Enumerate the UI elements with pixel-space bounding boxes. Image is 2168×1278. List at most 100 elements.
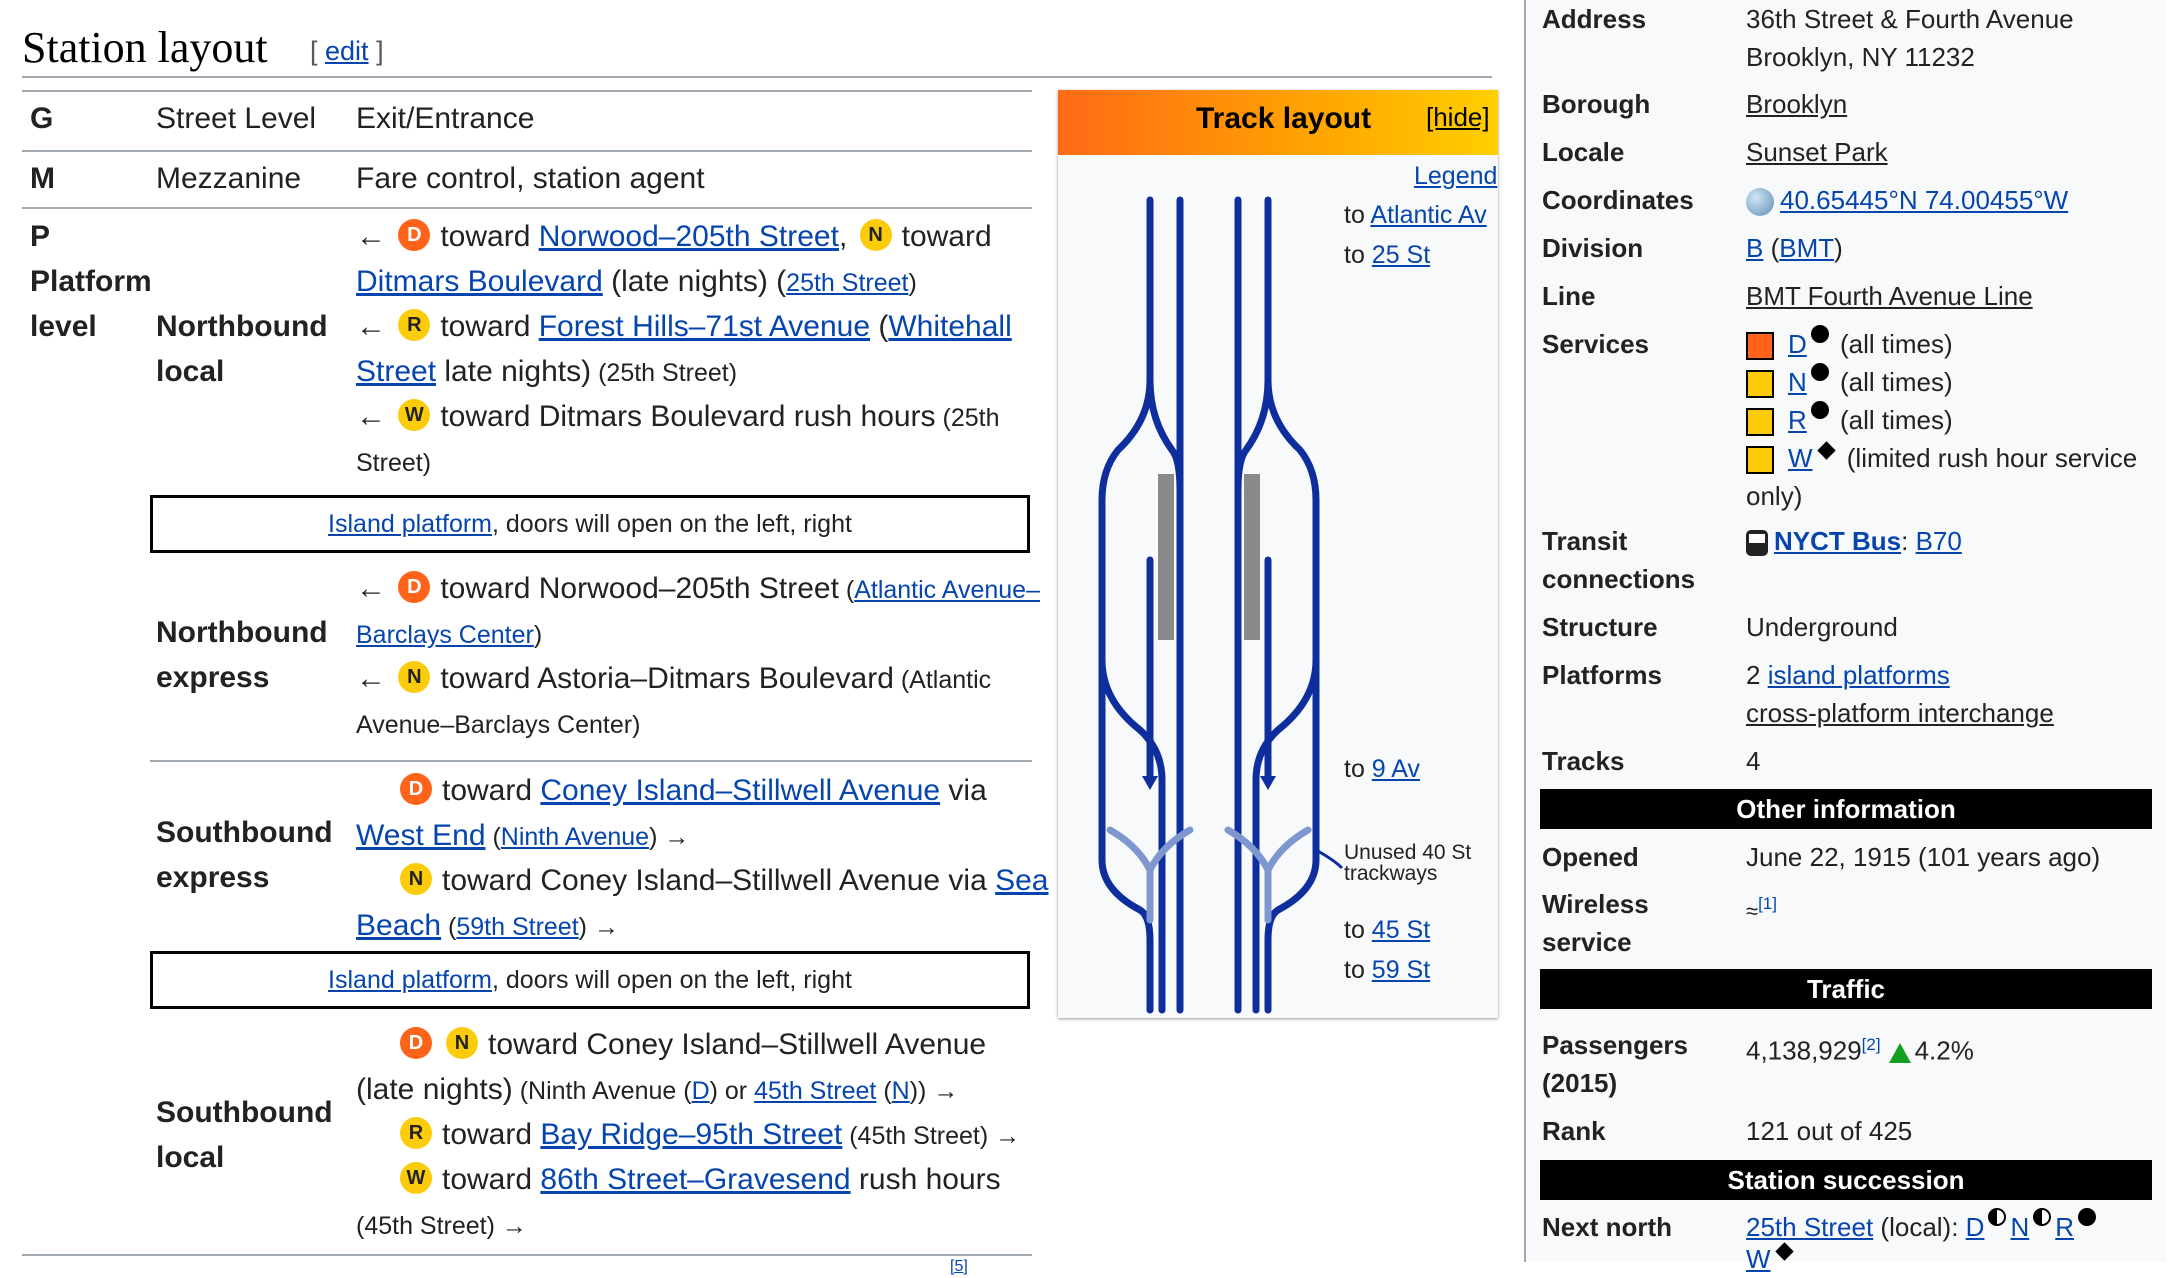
divider <box>150 760 1032 762</box>
rush-hours-icon <box>1816 441 1836 461</box>
nb-local-line-3: ← Rtoward Forest Hills–71st Avenue (Whit… <box>356 309 1012 343</box>
borough-link[interactable]: Brooklyn <box>1746 85 1847 123</box>
island-platforms-link[interactable]: island platforms <box>1768 660 1950 690</box>
d-train-bullet[interactable]: D <box>400 1027 432 1060</box>
whitehall-link-2[interactable]: Street <box>356 355 436 388</box>
r-train-bullet[interactable]: R <box>398 309 431 342</box>
whitehall-link[interactable]: Whitehall <box>888 310 1011 343</box>
division-b-link[interactable]: B <box>1746 233 1763 263</box>
ditmars-link[interactable]: Ditmars Boulevard <box>356 265 603 298</box>
services-label: Services <box>1542 329 1649 359</box>
d-train-bullet[interactable]: D <box>400 773 432 806</box>
west-end-link[interactable]: West End <box>356 819 486 852</box>
n-train-bullet[interactable]: N <box>859 219 892 252</box>
services-overflow: only) <box>1746 481 1803 511</box>
edit-section: [ edit ] <box>310 36 384 66</box>
level-name-mezzanine: Mezzanine <box>156 162 302 195</box>
line-link[interactable]: BMT Fourth Avenue Line <box>1746 277 2033 315</box>
barclays-center-link[interactable]: Barclays Center <box>356 621 534 649</box>
sb-express-line-2: West End (Ninth Avenue) → <box>356 819 690 852</box>
platforms-value: 2 island platforms <box>1746 660 1950 690</box>
island-platform-link[interactable]: Island platform <box>328 966 492 994</box>
25th-street-link[interactable]: 25th Street <box>1746 1212 1873 1242</box>
w-train-bullet[interactable]: W <box>400 1162 432 1195</box>
edit-link[interactable]: edit <box>325 36 369 66</box>
n-train-bullet[interactable]: N <box>446 1027 478 1060</box>
level-desc-fare: Fare control, station agent <box>356 162 705 195</box>
d-train-bullet[interactable]: D <box>398 219 431 252</box>
coordinates-link[interactable]: 40.65445°N 74.00455°W <box>1780 185 2068 215</box>
coney-island-link[interactable]: Coney Island–Stillwell Avenue <box>540 774 940 807</box>
service-link-n[interactable]: N <box>1788 367 1807 397</box>
ref-1[interactable]: [1] <box>1758 894 1777 913</box>
norwood-link[interactable]: Norwood–205th Street <box>539 220 839 253</box>
next-r-link[interactable]: R <box>2055 1212 2074 1242</box>
footnote-ref[interactable]: [5] <box>950 1258 968 1276</box>
service-color-swatch <box>1746 370 1774 399</box>
opened-label: Opened <box>1542 842 1639 872</box>
station-succession-header: Station succession <box>1540 1160 2152 1200</box>
d-train-bullet[interactable]: D <box>398 571 431 604</box>
passengers-label: Passengers <box>1542 1030 1688 1060</box>
level-code-g: G <box>30 102 54 135</box>
arrow-down-east <box>1260 776 1276 790</box>
next-n-link[interactable]: N <box>2010 1212 2029 1242</box>
nb-express-line-4: Avenue–Barclays Center) <box>356 711 641 739</box>
next-north-value: 25th Street (local): DNR <box>1746 1208 2100 1246</box>
w-train-bullet[interactable]: W <box>398 399 431 432</box>
bay-ridge-link[interactable]: Bay Ridge–95th Street <box>540 1118 842 1151</box>
bmt-link[interactable]: BMT <box>1779 233 1834 263</box>
wireless-value: ≈[1] <box>1746 885 1777 931</box>
sb-local-line-3: Rtoward Bay Ridge–95th Street (45th Stre… <box>396 1112 1020 1159</box>
service-color-swatch <box>1746 446 1774 475</box>
ninth-avenue-link[interactable]: Ninth Avenue <box>501 823 649 851</box>
sea-beach-link[interactable]: Sea <box>995 864 1048 897</box>
nyct-bus-link[interactable]: NYCT Bus <box>1774 526 1901 556</box>
45th-street-link[interactable]: 45th Street <box>754 1077 876 1105</box>
structure-value: Underground <box>1746 612 1898 642</box>
gravesend-link[interactable]: 86th Street–Gravesend <box>540 1163 850 1196</box>
r-train-bullet[interactable]: R <box>400 1117 432 1150</box>
n-link[interactable]: N <box>892 1077 910 1105</box>
service-color-swatch <box>1746 332 1774 361</box>
ref-2[interactable]: [2] <box>1862 1035 1881 1054</box>
service-link-d[interactable]: D <box>1788 329 1807 359</box>
wireless-label-2: service <box>1542 927 1632 957</box>
sb-express-line-4: Beach (59th Street) → <box>356 909 619 942</box>
25th-street-link[interactable]: 25th Street <box>786 269 908 297</box>
b70-link[interactable]: B70 <box>1916 526 1962 556</box>
track-label-sb-local-2: local <box>156 1141 225 1174</box>
atlantic-avenue-link[interactable]: Atlantic Avenue– <box>854 576 1040 604</box>
service-link-w[interactable]: W <box>1788 443 1813 473</box>
division-label: Division <box>1542 233 1644 263</box>
n-train-bullet[interactable]: N <box>400 863 432 896</box>
nb-local-line-1: ← Dtoward Norwood–205th Street, Ntoward <box>356 219 992 253</box>
level-name-platform-2: level <box>30 310 97 343</box>
track-branch-west <box>1146 376 1184 494</box>
next-d-link[interactable]: D <box>1966 1212 1985 1242</box>
track-label-nb-express: Northbound <box>156 616 328 649</box>
track-layout-panel: Track layout [hide] Legend to Atlantic A… <box>1058 90 1498 1018</box>
sb-local-line-4: Wtoward 86th Street–Gravesend rush hours <box>396 1157 1001 1202</box>
platform-west <box>1158 474 1174 640</box>
line-label: Line <box>1542 281 1596 311</box>
59th-street-link[interactable]: 59th Street <box>456 913 578 941</box>
island-platform-link[interactable]: Island platform <box>328 510 492 538</box>
unused-pointer <box>1315 848 1344 870</box>
cross-platform-link[interactable]: cross-platform interchange <box>1746 694 2054 732</box>
forest-hills-link[interactable]: Forest Hills–71st Avenue <box>539 310 870 343</box>
n-train-bullet[interactable]: N <box>398 661 431 694</box>
service-link-r[interactable]: R <box>1788 405 1807 435</box>
service-row-d: D (all times) <box>1746 325 1953 363</box>
structure-label: Structure <box>1542 612 1658 642</box>
locale-link[interactable]: Sunset Park <box>1746 133 1888 171</box>
locale-label: Locale <box>1542 137 1625 167</box>
transit-value: NYCT Bus: B70 <box>1746 522 1962 560</box>
all-times-icon <box>1810 325 1829 344</box>
track-label-sb-express-2: express <box>156 861 270 894</box>
station-infobox: Address 36th Street & Fourth Avenue Broo… <box>1524 0 2166 1274</box>
sea-beach-link-2[interactable]: Beach <box>356 909 441 942</box>
next-w-link[interactable]: W <box>1746 1244 1771 1274</box>
divider <box>22 207 1032 209</box>
d-link[interactable]: D <box>692 1077 710 1105</box>
